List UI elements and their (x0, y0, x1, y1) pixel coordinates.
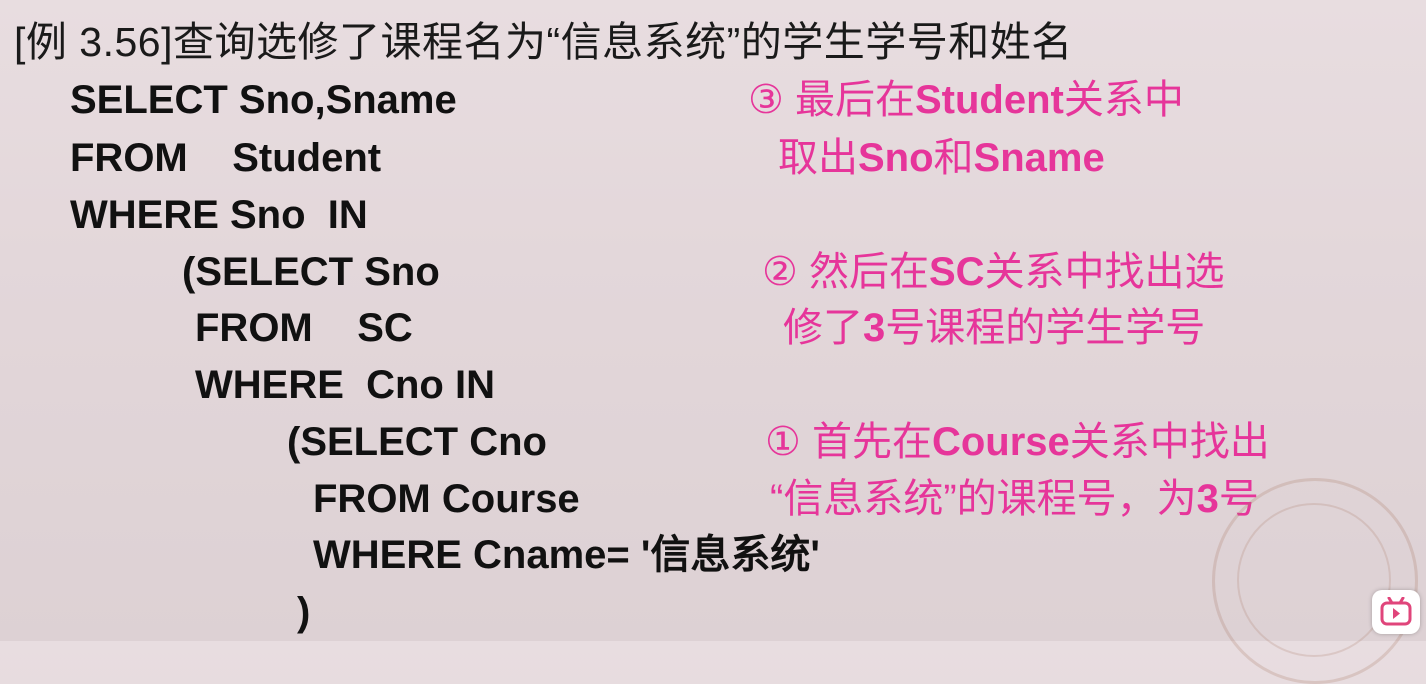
note-step-2-line-2: 修了3号课程的学生学号 (783, 306, 1205, 350)
code-line-7: (SELECT Cno (287, 420, 547, 464)
code-line-9: WHERE Cname= '信息系统' (313, 533, 820, 577)
slide: [例 3.56]查询选修了课程名为“信息系统”的学生学号和姓名 SELECT S… (0, 0, 1426, 684)
note-keyword: Sno (858, 136, 934, 180)
note-text: “信息系统”的课程号，为 (770, 477, 1197, 521)
note-text: ③ 最后在 (748, 78, 915, 122)
note-text: 修了 (783, 306, 863, 350)
note-text: ② 然后在 (762, 250, 929, 294)
note-keyword: Student (914, 78, 1064, 122)
code-line-8: FROM Course (313, 477, 580, 521)
note-step-1-line-1: ① 首先在Course关系中找出 (765, 420, 1270, 464)
note-text: 号课程的学生学号 (885, 306, 1206, 350)
note-keyword: Course (931, 420, 1070, 464)
note-text: 和 (933, 136, 974, 180)
code-line-4: (SELECT Sno (182, 250, 440, 294)
note-text: 关系中找出 (1069, 420, 1270, 464)
note-text: ① 首先在 (765, 420, 932, 464)
note-step-3-line-1: ③ 最后在Student关系中 (748, 78, 1184, 122)
code-line-3: WHERE Sno IN (70, 193, 368, 237)
note-keyword: Sname (973, 136, 1105, 180)
note-step-2-line-1: ② 然后在SC关系中找出选 (762, 250, 1225, 294)
note-step-1-line-2: “信息系统”的课程号，为3号 (770, 477, 1259, 521)
note-text: 关系中 (1063, 78, 1184, 122)
note-keyword: 3 (1196, 477, 1219, 521)
code-line-6: WHERE Cno IN (195, 363, 495, 407)
note-text: 取出 (778, 136, 858, 180)
university-seal-watermark (1212, 478, 1418, 684)
code-line-5: FROM SC (195, 306, 413, 350)
note-keyword: 3 (863, 306, 886, 350)
play-glyph-icon (1380, 597, 1412, 626)
note-step-3-line-2: 取出Sno和Sname (778, 136, 1105, 180)
code-line-1: SELECT Sno,Sname (70, 78, 457, 122)
slide-title: [例 3.56]查询选修了课程名为“信息系统”的学生学号和姓名 (14, 19, 1073, 65)
code-line-2: FROM Student (70, 136, 382, 180)
code-line-10: ) (297, 590, 311, 634)
note-text: 关系中找出选 (984, 250, 1225, 294)
note-keyword: SC (928, 250, 985, 294)
bilibili-play-icon[interactable] (1372, 590, 1420, 634)
